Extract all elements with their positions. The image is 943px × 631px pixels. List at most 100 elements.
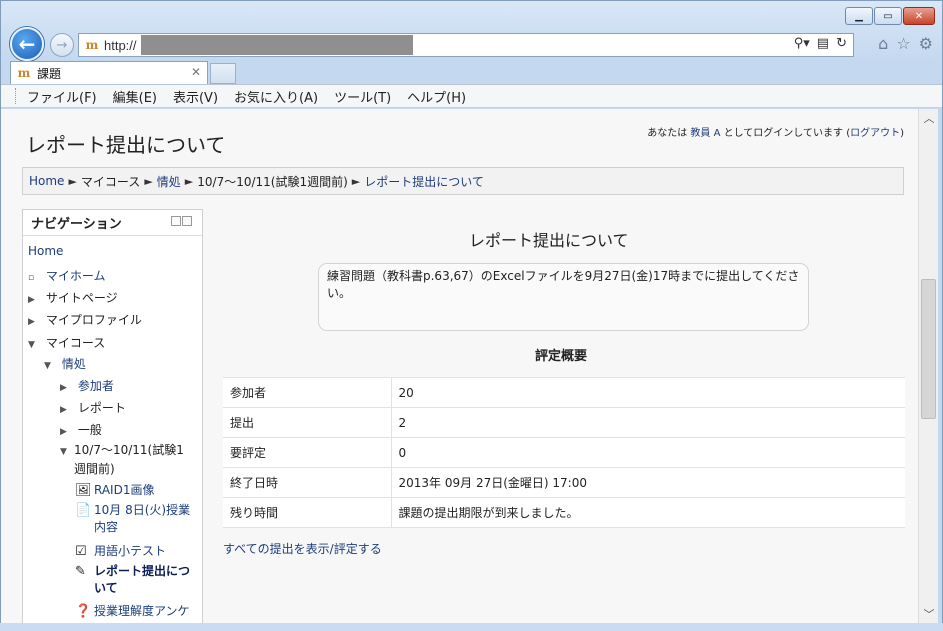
summary-value: 20	[391, 377, 905, 408]
nav-item-label: レポート	[77, 401, 126, 415]
nav-item-participants[interactable]: ▶ 参加者	[60, 377, 114, 394]
address-bar[interactable]: m http:// ⚲▾ ▤ ↻	[78, 33, 854, 57]
nav-item-mycourses[interactable]: ▼ マイコース	[28, 334, 105, 351]
block-controls	[171, 216, 192, 226]
nav-item-label-line2: 週間前)	[74, 462, 115, 476]
view-all-submissions-link[interactable]: すべての提出を表示/評定する	[223, 540, 382, 557]
scroll-thumb[interactable]	[921, 279, 936, 419]
tab-strip: m 課題 ✕	[0, 60, 941, 84]
scroll-down-icon[interactable]: ﹀	[919, 605, 939, 623]
assignment-icon: ✎	[75, 564, 86, 579]
expand-arrow-icon: ▶	[60, 383, 67, 393]
navigation-header: ナビゲーション	[23, 210, 202, 236]
tab-close-icon[interactable]: ✕	[191, 65, 201, 79]
table-row: 参加者 20	[223, 377, 905, 408]
scroll-up-icon[interactable]: ︿	[919, 109, 939, 127]
new-tab-button[interactable]	[210, 63, 236, 84]
search-icon[interactable]: ⚲▾	[794, 36, 810, 51]
nav-item-reports[interactable]: ▶ レポート	[60, 399, 126, 416]
login-suffix: )	[900, 128, 904, 139]
login-prefix: あなたは	[647, 128, 688, 139]
nav-item-label: 用語小テスト	[94, 544, 167, 558]
back-button[interactable]: ←	[10, 27, 44, 61]
maximize-button[interactable]: ▭	[874, 7, 902, 25]
breadcrumb-home[interactable]: Home	[29, 174, 64, 188]
menu-tools[interactable]: ツール(T)	[334, 87, 391, 106]
nav-item-assignment-current[interactable]: ✎ レポート提出につ いて	[75, 563, 190, 597]
expand-arrow-icon: ▶	[28, 295, 35, 305]
nav-item-myprofile[interactable]: ▶ マイプロファイル	[28, 311, 142, 328]
minimize-button[interactable]: ▁	[845, 7, 873, 25]
home-icon[interactable]: ⌂	[878, 34, 888, 53]
summary-label: 参加者	[223, 377, 392, 408]
forward-button[interactable]: →	[50, 33, 74, 57]
breadcrumb-assignment[interactable]: レポート提出について	[364, 173, 484, 190]
nav-item-label: マイホーム	[45, 269, 106, 283]
nav-item-sitepages[interactable]: ▶ サイトページ	[28, 289, 118, 306]
logout-link[interactable]: ログアウト	[850, 128, 900, 139]
site-favicon-icon: m	[85, 38, 99, 52]
login-info: あなたは 教員 A としてログインしています (ログアウト)	[647, 124, 904, 139]
nav-home[interactable]: Home	[28, 244, 63, 258]
nav-item-label: 10月 8日(火)授業	[94, 503, 191, 517]
settings-gear-icon[interactable]: ⚙	[919, 34, 933, 53]
nav-item-course[interactable]: ▼ 情処	[44, 355, 86, 372]
summary-label: 終了日時	[223, 467, 392, 498]
vertical-scrollbar[interactable]: ︿ ﹀	[918, 109, 938, 623]
compatibility-view-icon[interactable]: ▤	[817, 36, 829, 51]
nav-item-section[interactable]: ▼ 10/7～10/11(試験1 週間前)	[60, 442, 184, 478]
collapse-icon[interactable]	[182, 216, 192, 226]
menu-bar: ファイル(F) 編集(E) 表示(V) お気に入り(A) ツール(T) ヘルプ(…	[1, 84, 942, 108]
nav-item-label: マイコース	[45, 336, 106, 350]
breadcrumb-mycourses: マイコース	[80, 174, 141, 189]
bullet-icon: ▫	[28, 273, 35, 283]
breadcrumb-course[interactable]: 情処	[157, 173, 181, 190]
window-bottom-edge	[0, 623, 943, 631]
page-title: レポート提出について	[26, 133, 226, 157]
expand-arrow-icon: ▶	[28, 317, 35, 327]
login-middle: としてログインしています (	[723, 128, 851, 139]
assignment-title: レポート提出について	[469, 231, 629, 250]
nav-item-raid1-image[interactable]: 🖼 RAID1画像	[75, 481, 154, 498]
refresh-icon[interactable]: ↻	[836, 36, 847, 51]
page-viewport: レポート提出について あなたは 教員 A としてログインしています (ログアウト…	[1, 109, 918, 623]
nav-item-label-line2: いて	[94, 581, 118, 595]
menu-favorites[interactable]: お気に入り(A)	[234, 87, 318, 106]
breadcrumb-separator-icon: ►	[144, 174, 153, 188]
navigation-title: ナビゲーション	[31, 217, 122, 232]
table-row: 提出 2	[223, 407, 905, 438]
menu-view[interactable]: 表示(V)	[173, 87, 218, 106]
breadcrumb-separator-icon: ►	[68, 174, 77, 188]
navigation-block: ナビゲーション Home ▫ マイホーム ▶ サイトページ ▶ マイプロファイル	[22, 209, 203, 623]
favorites-star-icon[interactable]: ☆	[896, 34, 910, 53]
menu-edit[interactable]: 編集(E)	[113, 87, 157, 106]
nav-item-quiz[interactable]: ☑ 用語小テスト	[75, 542, 166, 559]
table-row: 残り時間 課題の提出期限が到来しました。	[223, 497, 905, 528]
tab-title: 課題	[37, 66, 62, 81]
login-user-link[interactable]: 教員 A	[690, 128, 720, 139]
breadcrumb: Home ► マイコース ► 情処 ► 10/7～10/11(試験1週間前) ►…	[22, 167, 904, 195]
nav-item-label: レポート提出につ	[94, 564, 191, 578]
close-button[interactable]: ✕	[903, 7, 935, 25]
nav-item-label: 情処	[61, 357, 86, 371]
nav-item-lesson-page[interactable]: 📄 10月 8日(火)授業 内容	[75, 502, 190, 536]
image-icon: 🖼	[75, 483, 92, 498]
forward-arrow-icon: →	[56, 37, 68, 53]
address-text: http://	[104, 37, 137, 53]
nav-item-myhome[interactable]: ▫ マイホーム	[28, 267, 105, 284]
menu-help[interactable]: ヘルプ(H)	[407, 87, 466, 106]
menu-file[interactable]: ファイル(F)	[27, 87, 97, 106]
nav-item-label: RAID1画像	[94, 483, 155, 497]
nav-home-label: Home	[28, 244, 64, 258]
assignment-intro: 練習問題（教科書p.63,67）のExcelファイルを9月27日(金)17時まで…	[318, 263, 809, 331]
nav-item-feedback[interactable]: ❓ 授業理解度アンケ	[75, 602, 190, 619]
tab-assignment[interactable]: m 課題 ✕	[10, 61, 208, 84]
nav-item-label: 一般	[77, 423, 102, 437]
nav-item-label: 10/7～10/11(試験1	[74, 443, 184, 457]
tab-favicon-icon: m	[17, 66, 31, 80]
nav-item-general[interactable]: ▶ 一般	[60, 421, 102, 438]
dock-icon[interactable]	[171, 216, 181, 226]
expand-arrow-icon: ▶	[60, 427, 67, 437]
summary-label: 提出	[223, 407, 392, 438]
summary-value: 2	[391, 407, 905, 438]
